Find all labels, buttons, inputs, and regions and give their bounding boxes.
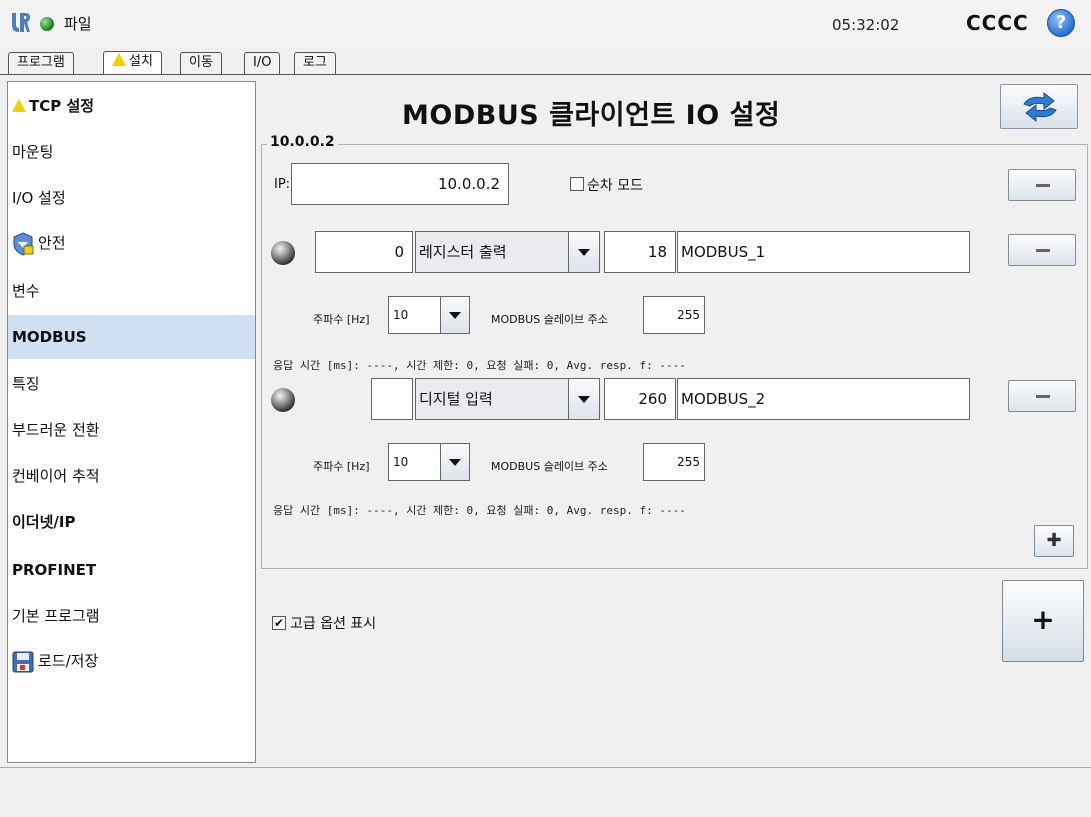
slave-address-input[interactable]: 255 (643, 296, 705, 334)
warning-icon (12, 99, 26, 112)
sidebar-item-mounting[interactable]: 마운팅 (8, 130, 255, 174)
floppy-disk-icon (12, 651, 34, 672)
tab-label: 설치 (129, 54, 153, 69)
sidebar-item-label: 컨베이어 추적 (12, 467, 100, 485)
tab-divider (0, 74, 1091, 75)
bottom-bar (0, 767, 1091, 817)
sidebar-item-label: 안전 (38, 234, 66, 252)
tab-installation[interactable]: 설치 (103, 51, 162, 75)
sidebar-item-label: 부드러운 전환 (12, 421, 100, 439)
client-legend: 10.0.0.2 (267, 134, 338, 150)
chevron-down-icon[interactable] (440, 296, 470, 334)
register-address-input[interactable]: 260 (604, 378, 676, 420)
signal-address-input[interactable] (371, 378, 413, 420)
advanced-options-checkbox[interactable]: ✔ (272, 616, 286, 630)
sidebar-item-ethernet-ip[interactable]: 이더넷/IP (8, 500, 255, 544)
ip-label: IP: (274, 177, 291, 192)
help-icon[interactable]: ? (1047, 9, 1075, 37)
sidebar-item-smooth-transition[interactable]: 부드러운 전환 (8, 408, 255, 452)
warning-icon (112, 53, 126, 66)
tab-io[interactable]: I/O (244, 52, 281, 74)
tab-program[interactable]: 프로그램 (8, 52, 74, 74)
chevron-down-icon[interactable] (440, 443, 470, 481)
signal-status-icon (271, 241, 295, 265)
sidebar-item-variables[interactable]: 변수 (8, 269, 255, 313)
sidebar-item-load-save[interactable]: 로드/저장 (8, 639, 255, 683)
sidebar-item-io-setup[interactable]: I/O 설정 (8, 176, 255, 220)
robot-name: CCCC (966, 11, 1029, 35)
signal-name-input[interactable]: MODBUS_1 (677, 231, 970, 273)
ip-input[interactable]: 10.0.0.2 (291, 163, 509, 205)
add-client-button[interactable]: + (1002, 580, 1084, 662)
refresh-icon (1023, 92, 1057, 122)
tab-log[interactable]: 로그 (294, 52, 336, 74)
robot-status-icon (40, 17, 54, 31)
sequential-mode-label: 순차 모드 (587, 178, 643, 194)
frequency-select[interactable]: 10 (388, 443, 441, 481)
sidebar-item-label: 로드/저장 (38, 652, 99, 670)
sidebar-item-default-program[interactable]: 기본 프로그램 (8, 594, 255, 638)
frequency-label: 주파수 [Hz] (313, 313, 370, 326)
sidebar-item-label: MODBUS (12, 328, 87, 346)
sidebar-item-label: 특징 (12, 375, 40, 393)
tab-move[interactable]: 이동 (180, 52, 222, 74)
signal-statistics: 응답 시간 [ms]: ----, 시간 제한: 0, 요청 실패: 0, Av… (273, 504, 686, 517)
remove-signal-button[interactable] (1008, 234, 1076, 266)
sidebar: TCP 설정 마운팅 I/O 설정 안전 변수 MODBUS 특징 부드러운 전… (7, 81, 256, 763)
remove-signal-button[interactable] (1008, 380, 1076, 412)
signal-type-select[interactable]: 레지스터 출력 (415, 231, 569, 273)
sidebar-item-label: PROFINET (12, 561, 97, 579)
frequency-select[interactable]: 10 (388, 296, 441, 334)
sequential-mode-checkbox[interactable] (570, 177, 584, 191)
safety-shield-icon (13, 231, 34, 256)
add-signal-button[interactable]: ✚ (1034, 525, 1074, 557)
slave-address-label: MODBUS 슬레이브 주소 (491, 460, 608, 473)
clock: 05:32:02 (832, 16, 900, 34)
tab-label: 이동 (189, 55, 213, 70)
chevron-down-icon[interactable] (568, 378, 600, 420)
sidebar-item-tcp[interactable]: TCP 설정 (8, 84, 255, 128)
sidebar-item-label: 마운팅 (12, 143, 54, 161)
sidebar-item-label: TCP 설정 (29, 97, 95, 115)
sidebar-item-label: 기본 프로그램 (12, 607, 100, 625)
slave-address-input[interactable]: 255 (643, 443, 705, 481)
tab-label: 프로그램 (17, 55, 65, 70)
sidebar-item-features[interactable]: 특징 (8, 362, 255, 406)
universal-robots-logo (12, 13, 30, 32)
top-bar: 파일 05:32:02 CCCC ? (0, 0, 1091, 48)
signal-statistics: 응답 시간 [ms]: ----, 시간 제한: 0, 요청 실패: 0, Av… (273, 359, 686, 372)
main-panel: MODBUS 클라이언트 IO 설정 10.0.0.2 IP: 10.0.0.2… (257, 81, 1091, 763)
sidebar-item-label: 변수 (12, 282, 40, 300)
sidebar-item-safety[interactable]: 안전 (8, 221, 255, 265)
signal-address-input[interactable]: 0 (315, 231, 413, 273)
chevron-down-icon[interactable] (568, 231, 600, 273)
register-address-input[interactable]: 18 (604, 231, 676, 273)
signal-type-select[interactable]: 디지털 입력 (415, 378, 569, 420)
file-menu[interactable]: 파일 (64, 13, 92, 34)
sidebar-item-modbus[interactable]: MODBUS (8, 315, 255, 359)
sidebar-item-profinet[interactable]: PROFINET (8, 548, 255, 592)
tab-label: 로그 (303, 55, 327, 70)
sidebar-item-label: I/O 설정 (12, 189, 66, 207)
sidebar-item-conveyor-tracking[interactable]: 컨베이어 추적 (8, 454, 255, 498)
tab-label: I/O (253, 55, 272, 70)
frequency-label: 주파수 [Hz] (313, 460, 370, 473)
slave-address-label: MODBUS 슬레이브 주소 (491, 313, 608, 326)
refresh-button[interactable] (1000, 84, 1078, 129)
signal-name-input[interactable]: MODBUS_2 (677, 378, 970, 420)
remove-client-button[interactable] (1008, 169, 1076, 201)
advanced-options-label: 고급 옵션 표시 (290, 616, 377, 632)
page-title: MODBUS 클라이언트 IO 설정 (402, 100, 781, 131)
signal-status-icon (271, 388, 295, 412)
sidebar-item-label: 이더넷/IP (12, 513, 76, 531)
